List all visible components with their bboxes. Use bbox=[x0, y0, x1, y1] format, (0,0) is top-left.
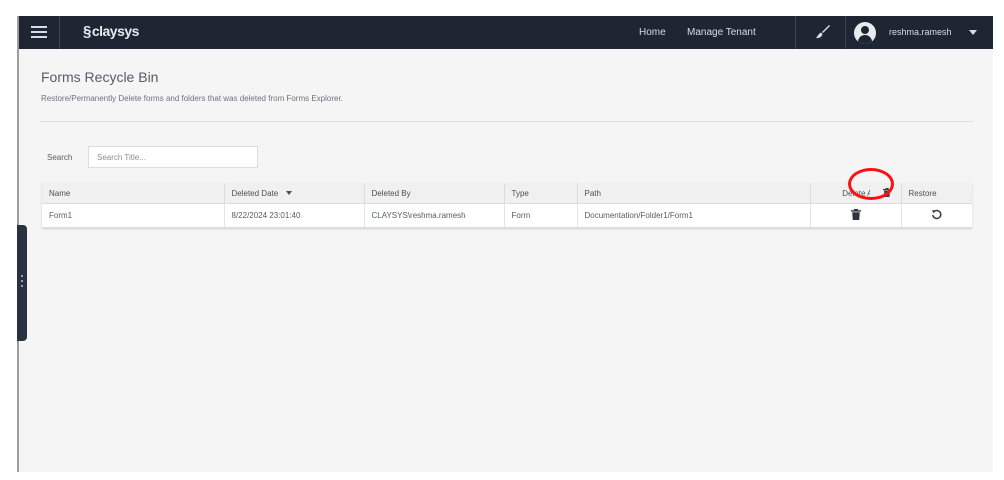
column-header-delete-label: Delete All bbox=[842, 188, 870, 198]
cell-delete bbox=[810, 203, 902, 228]
delete-button[interactable] bbox=[850, 209, 861, 222]
brush-icon[interactable] bbox=[815, 24, 831, 40]
logo-text: claysys bbox=[91, 23, 140, 39]
table-header-row: Name Deleted Date Deleted By Type Path D… bbox=[42, 183, 972, 204]
cell-deleted-date: 8/22/2024 23:01:40 bbox=[224, 203, 365, 228]
user-avatar-icon[interactable] bbox=[854, 22, 876, 44]
column-header-type[interactable]: Type bbox=[504, 183, 578, 204]
cell-path: Documentation/Folder1/Form1 bbox=[577, 203, 811, 228]
column-header-path[interactable]: Path bbox=[577, 183, 811, 204]
delete-all-button[interactable] bbox=[882, 187, 891, 199]
nav-home-link[interactable]: Home bbox=[639, 27, 666, 38]
column-header-name[interactable]: Name bbox=[42, 183, 225, 204]
nav-manage-tenant-link[interactable]: Manage Tenant bbox=[687, 27, 756, 38]
column-header-deleted-date[interactable]: Deleted Date bbox=[224, 183, 365, 204]
page-title: Forms Recycle Bin bbox=[41, 69, 159, 85]
cell-deleted-by: CLAYSYS\reshma.ramesh bbox=[364, 203, 505, 228]
trash-icon bbox=[882, 187, 891, 197]
navbar-divider bbox=[845, 16, 846, 49]
restore-button[interactable] bbox=[931, 209, 942, 222]
column-header-restore: Restore bbox=[901, 183, 972, 204]
app-window: §claysys Home Manage Tenant reshma.rames… bbox=[17, 16, 993, 472]
top-navbar: §claysys Home Manage Tenant reshma.rames… bbox=[19, 16, 993, 49]
restore-icon bbox=[932, 209, 942, 220]
cell-type: Form bbox=[504, 203, 578, 228]
navbar-divider bbox=[59, 16, 60, 49]
trash-icon bbox=[850, 209, 861, 220]
navbar-divider bbox=[795, 16, 796, 49]
column-header-delete: Delete All bbox=[810, 183, 902, 204]
sort-descending-icon[interactable] bbox=[286, 191, 293, 196]
username-label[interactable]: reshma.ramesh bbox=[889, 27, 952, 37]
logo-mark-icon: § bbox=[83, 23, 91, 40]
cell-restore bbox=[901, 203, 972, 228]
cell-name: Form1 bbox=[42, 203, 225, 228]
table-row: Form1 8/22/2024 23:01:40 CLAYSYS\reshma.… bbox=[42, 203, 972, 228]
caret-down-icon[interactable] bbox=[969, 30, 977, 35]
column-header-deleted-date-label: Deleted Date bbox=[231, 188, 279, 198]
column-header-deleted-by[interactable]: Deleted By bbox=[364, 183, 505, 204]
brand-logo[interactable]: §claysys bbox=[83, 23, 139, 40]
search-input[interactable] bbox=[88, 146, 258, 168]
page-subtitle: Restore/Permanently Delete forms and fol… bbox=[41, 94, 343, 103]
recycle-bin-table: Name Deleted Date Deleted By Type Path D… bbox=[42, 183, 972, 228]
search-label: Search bbox=[47, 153, 73, 162]
side-panel-handle[interactable] bbox=[17, 225, 27, 341]
menu-icon[interactable] bbox=[31, 26, 47, 39]
divider bbox=[41, 121, 973, 122]
